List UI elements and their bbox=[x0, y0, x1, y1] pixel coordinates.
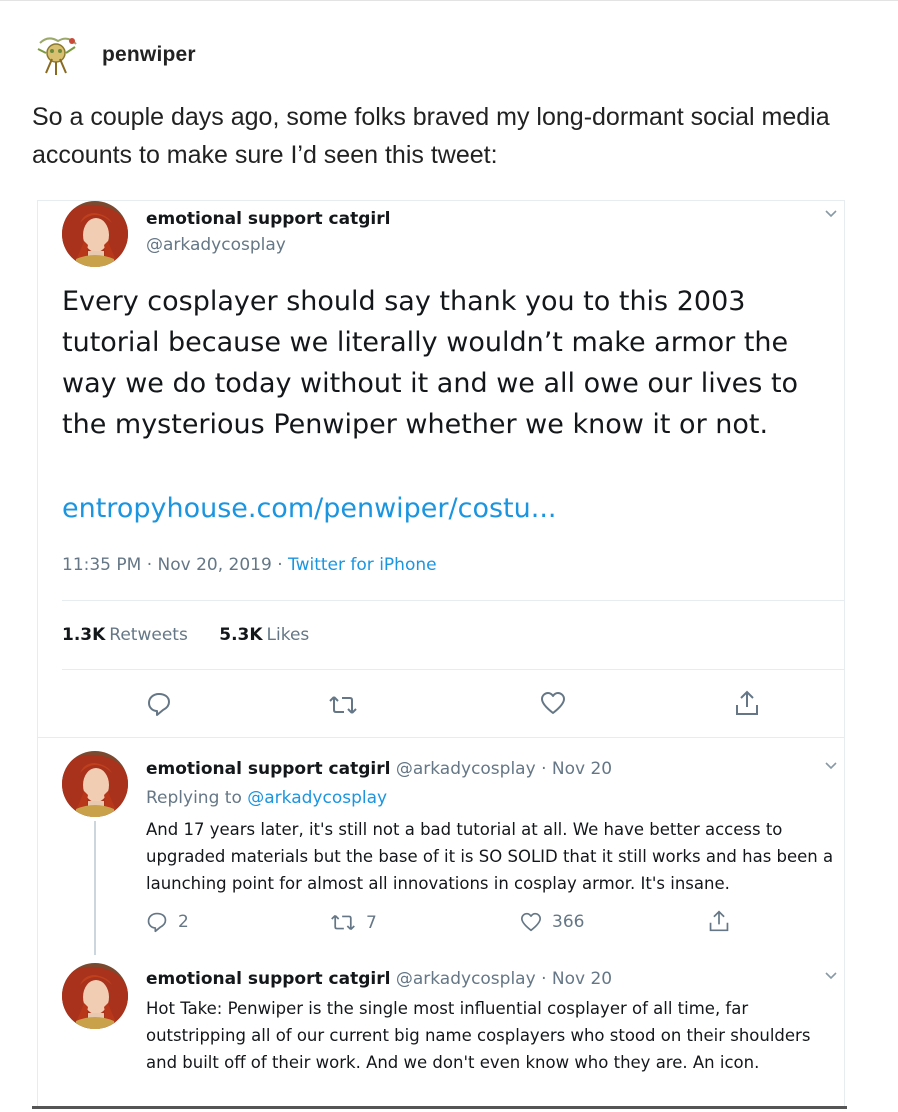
retweets-stat[interactable]: 1.3K Retweets bbox=[62, 625, 188, 645]
divider bbox=[62, 600, 844, 601]
post-header: penwiper bbox=[32, 29, 196, 81]
replying-handle-link[interactable]: @arkadycosplay bbox=[247, 788, 387, 808]
like-icon bbox=[520, 912, 541, 932]
divider bbox=[38, 737, 844, 738]
tweet-author-handle[interactable]: @arkadycosplay bbox=[146, 235, 286, 255]
reply-author-name: emotional support catgirl bbox=[146, 969, 391, 989]
tweet-time[interactable]: 11:35 PM · Nov 20, 2019 · bbox=[62, 555, 288, 575]
like-icon bbox=[541, 692, 565, 714]
retweet-icon bbox=[329, 696, 357, 714]
share-button[interactable] bbox=[708, 909, 730, 933]
replying-label: Replying to bbox=[146, 788, 248, 808]
thread-line bbox=[94, 821, 96, 955]
tweet-text: Every cosplayer should say thank you to … bbox=[62, 286, 799, 440]
reply-meta: @arkadycosplay · Nov 20 bbox=[390, 759, 613, 779]
retweets-label: Retweets bbox=[109, 625, 188, 645]
reply-icon bbox=[147, 912, 167, 933]
tweet-timestamp: 11:35 PM · Nov 20, 2019 · Twitter for iP… bbox=[62, 555, 437, 575]
like-count: 366 bbox=[552, 912, 585, 932]
share-button[interactable] bbox=[734, 689, 760, 717]
tweet-avatar[interactable] bbox=[62, 201, 128, 267]
tweet-source[interactable]: Twitter for iPhone bbox=[288, 555, 437, 575]
reply-button[interactable]: 2 bbox=[146, 911, 189, 933]
reply-text: Hot Take: Penwiper is the single most in… bbox=[146, 999, 811, 1072]
retweet-count: 7 bbox=[366, 912, 377, 933]
bottom-rule bbox=[32, 1106, 847, 1109]
retweet-icon bbox=[331, 914, 355, 931]
reply-avatar[interactable] bbox=[62, 751, 128, 817]
top-rule bbox=[0, 0, 898, 1]
tweet-link[interactable]: entropyhouse.com/penwiper/costu... bbox=[62, 493, 557, 524]
reply-text: And 17 years later, it's still not a bad… bbox=[146, 820, 834, 893]
like-button[interactable]: 366 bbox=[520, 912, 584, 932]
chevron-down-icon[interactable] bbox=[824, 971, 838, 981]
reply-button[interactable] bbox=[146, 691, 172, 717]
reply-avatar[interactable] bbox=[62, 963, 128, 1029]
tweet-stats: 1.3K Retweets 5.3K Likes bbox=[62, 625, 309, 645]
reply-meta: @arkadycosplay · Nov 20 bbox=[390, 969, 613, 989]
post-body-text: So a couple days ago, some folks braved … bbox=[32, 103, 830, 169]
like-button[interactable] bbox=[540, 691, 566, 715]
tweet-author-name[interactable]: emotional support catgirl bbox=[146, 209, 390, 229]
likes-count: 5.3K bbox=[219, 625, 263, 645]
reply-count: 2 bbox=[178, 912, 189, 932]
retweets-count: 1.3K bbox=[62, 625, 106, 645]
reply-author-name: emotional support catgirl bbox=[146, 759, 391, 779]
reply-icon bbox=[148, 693, 170, 716]
chevron-down-icon[interactable] bbox=[824, 761, 838, 771]
retweet-button[interactable] bbox=[328, 693, 358, 717]
likes-label: Likes bbox=[266, 625, 310, 645]
post-username[interactable]: penwiper bbox=[102, 43, 196, 67]
penwiper-avatar-icon[interactable] bbox=[32, 29, 84, 81]
replying-to: Replying to @arkadycosplay bbox=[146, 788, 387, 808]
share-icon bbox=[709, 910, 729, 932]
share-icon bbox=[736, 690, 758, 715]
divider bbox=[62, 669, 844, 670]
chevron-down-icon[interactable] bbox=[824, 209, 838, 219]
likes-stat[interactable]: 5.3K Likes bbox=[219, 625, 309, 645]
reply-author[interactable]: emotional support catgirl @arkadycosplay… bbox=[146, 759, 612, 779]
retweet-button[interactable]: 7 bbox=[330, 912, 377, 933]
reply-author[interactable]: emotional support catgirl @arkadycosplay… bbox=[146, 969, 612, 989]
tweet-screenshot: emotional support catgirl @arkadycosplay… bbox=[37, 200, 845, 1108]
